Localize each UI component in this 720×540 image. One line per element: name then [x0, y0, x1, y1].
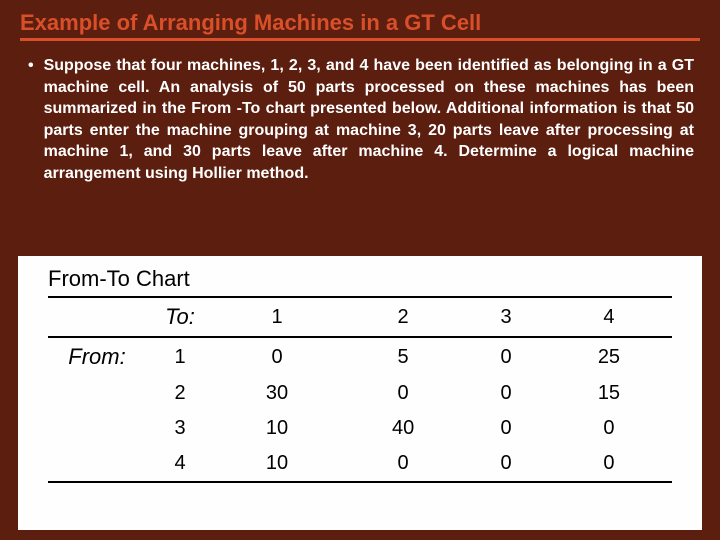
slide: Example of Arranging Machines in a GT Ce…	[0, 0, 720, 540]
cell: 10	[214, 446, 340, 482]
table-row: 2 30 0 0 15	[48, 376, 672, 411]
cell: 40	[340, 411, 466, 446]
cell: 10	[214, 411, 340, 446]
row-header: 2	[146, 376, 214, 411]
col-header: 3	[466, 297, 546, 337]
table-header-row: To: 1 2 3 4	[48, 297, 672, 337]
col-header: 4	[546, 297, 672, 337]
slide-title: Example of Arranging Machines in a GT Ce…	[20, 10, 700, 41]
to-label: To:	[146, 297, 214, 337]
cell: 0	[466, 337, 546, 376]
cell: 15	[546, 376, 672, 411]
cell: 0	[214, 337, 340, 376]
cell: 0	[340, 376, 466, 411]
cell: 0	[340, 446, 466, 482]
table-row: 4 10 0 0 0	[48, 446, 672, 482]
cell: 5	[340, 337, 466, 376]
bullet-block: • Suppose that four machines, 1, 2, 3, a…	[20, 55, 700, 185]
cell: 30	[214, 376, 340, 411]
cell: 0	[546, 411, 672, 446]
blank-cell	[48, 446, 146, 482]
blank-cell	[48, 297, 146, 337]
blank-cell	[48, 376, 146, 411]
row-header: 3	[146, 411, 214, 446]
cell: 0	[546, 446, 672, 482]
row-header: 1	[146, 337, 214, 376]
bullet-text: Suppose that four machines, 1, 2, 3, and…	[44, 55, 694, 185]
row-header: 4	[146, 446, 214, 482]
table-row: From: 1 0 5 0 25	[48, 337, 672, 376]
blank-cell	[48, 411, 146, 446]
table-row: 3 10 40 0 0	[48, 411, 672, 446]
cell: 25	[546, 337, 672, 376]
cell: 0	[466, 411, 546, 446]
cell: 0	[466, 446, 546, 482]
cell: 0	[466, 376, 546, 411]
from-label: From:	[48, 337, 146, 376]
col-header: 1	[214, 297, 340, 337]
chart-table: To: 1 2 3 4 From: 1 0 5 0 25 2 30 0 0 15	[48, 296, 672, 483]
from-to-chart: From-To Chart To: 1 2 3 4 From: 1 0 5 0 …	[18, 256, 702, 530]
chart-title: From-To Chart	[48, 266, 672, 292]
col-header: 2	[340, 297, 466, 337]
bullet-marker-icon: •	[26, 55, 44, 185]
